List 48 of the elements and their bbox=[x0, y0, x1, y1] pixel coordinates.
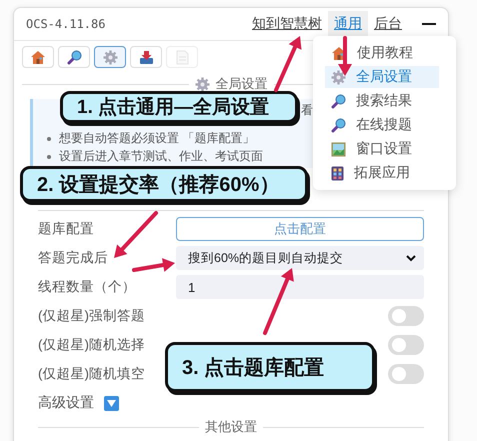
notice-text: 看 bbox=[301, 102, 313, 119]
nav-tab[interactable]: 后台 bbox=[368, 11, 408, 37]
document-icon bbox=[176, 50, 188, 64]
nav-tab[interactable]: 知到智慧树 bbox=[246, 11, 328, 37]
advanced-label: 高级设置 bbox=[38, 394, 94, 412]
magnifier-icon bbox=[331, 118, 346, 132]
callout-label: 3. 点击题库配置 bbox=[165, 342, 375, 392]
annotation-arrow bbox=[263, 268, 294, 335]
magnifier-icon bbox=[66, 50, 82, 64]
thread-count-field[interactable]: 1 bbox=[176, 275, 424, 299]
gear-icon bbox=[331, 70, 346, 84]
toggle-switch[interactable] bbox=[388, 335, 424, 355]
toggle-switch[interactable] bbox=[388, 364, 424, 384]
setting-label: 题库配置 bbox=[38, 220, 94, 238]
section-title: 全局设置 bbox=[216, 75, 268, 93]
annotation-arrow bbox=[338, 36, 352, 76]
window-title: OCS-4.11.86 bbox=[26, 17, 106, 31]
magnifier-icon bbox=[331, 94, 346, 108]
menu-item[interactable]: 搜索结果 bbox=[325, 90, 439, 112]
chevron-icon bbox=[406, 254, 416, 262]
setting-label: 线程数量（个） bbox=[38, 278, 136, 296]
annotation-arrow bbox=[274, 36, 302, 92]
setting-label: 答题完成后 bbox=[38, 249, 108, 267]
landscape-icon bbox=[331, 142, 346, 156]
menu-item[interactable]: 在线搜题 bbox=[325, 114, 439, 136]
gear-icon bbox=[102, 50, 118, 64]
gear-icon bbox=[194, 76, 210, 92]
house-icon bbox=[30, 50, 46, 64]
setting-label: (仅超星)随机选择 bbox=[38, 336, 145, 354]
menu-item[interactable]: 窗口设置 bbox=[325, 138, 439, 160]
bullet-icon bbox=[47, 154, 51, 158]
callout-label: 1. 点击通用—全局设置 bbox=[60, 91, 298, 123]
callout-label: 2. 设置提交率（推荐60%） bbox=[20, 166, 308, 202]
notice-text: 想要自动答题必须设置 「题库配置」 bbox=[59, 130, 254, 147]
nav-tab[interactable]: 通用 bbox=[328, 11, 368, 37]
menu-item[interactable]: 使用教程 bbox=[325, 42, 439, 64]
setting-label: (仅超星)随机填空 bbox=[38, 365, 145, 383]
section-title: 其他设置 bbox=[205, 418, 257, 436]
menu-item[interactable]: 拓展应用 bbox=[325, 162, 439, 184]
menu-item[interactable]: 全局设置 bbox=[325, 66, 439, 88]
setting-label: (仅超星)强制答题 bbox=[38, 307, 145, 325]
inbox-tray-icon bbox=[138, 50, 154, 64]
toggle-switch[interactable] bbox=[388, 306, 424, 326]
expand-icon[interactable] bbox=[104, 396, 119, 410]
bullet-icon bbox=[47, 136, 51, 140]
notice-text: 设置后进入章节测试、作业、考试页面 bbox=[59, 148, 263, 165]
grid-icon bbox=[331, 166, 344, 180]
submit-select[interactable]: 搜到60%的题目则自动提交 bbox=[176, 246, 424, 270]
